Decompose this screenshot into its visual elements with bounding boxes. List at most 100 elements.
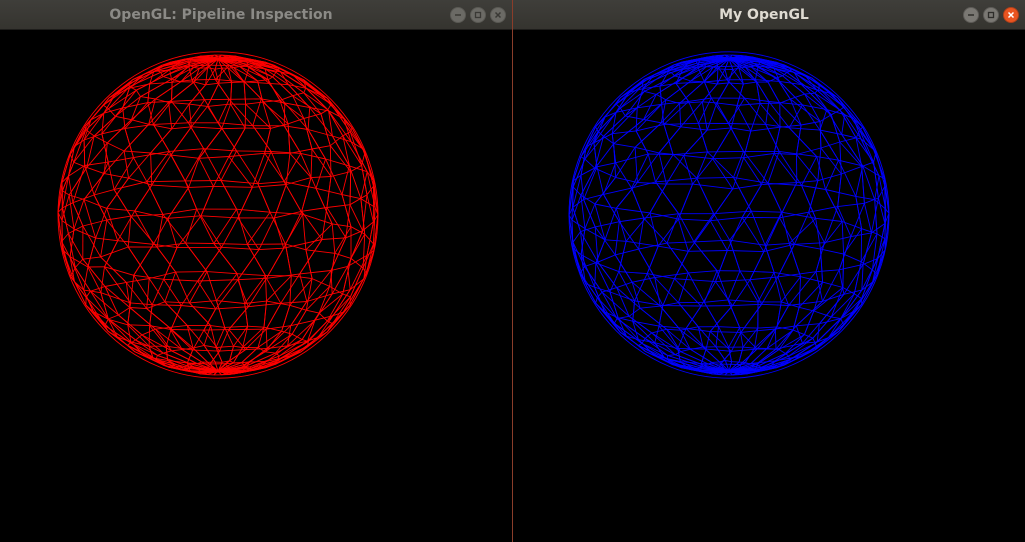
mesh-edge [674,278,716,283]
mesh-edge [789,242,821,250]
mesh-edge [715,250,728,282]
mesh-edge [156,246,177,273]
mesh-edge [788,300,823,306]
mesh-edge [168,102,173,129]
mesh-edge [206,271,238,275]
mesh-edge [188,99,205,124]
maximize-button[interactable] [470,7,486,23]
mesh-edge [265,351,276,354]
window-title: OpenGL: Pipeline Inspection [109,7,333,23]
mesh-edge [763,217,780,252]
mesh-edge [583,166,598,200]
mesh-edge [718,326,740,329]
mesh-edge [615,248,639,256]
mesh-edge [655,177,697,183]
mesh-edge [750,211,766,246]
mesh-edge [274,210,302,219]
mesh-edge [604,239,627,242]
mesh-edge [680,126,708,131]
mesh-edge [681,77,691,82]
mesh-edge [203,148,222,181]
mesh-edge [350,233,366,259]
mesh-edge [842,221,862,230]
mesh-edge [779,102,802,126]
mesh-edge [95,237,118,242]
mesh-edge [104,266,134,276]
mesh-edge [626,240,659,247]
mesh-edge [750,126,781,132]
window-titlebar[interactable]: My OpenGL [513,0,1025,30]
minimize-button[interactable] [450,7,466,23]
mesh-edge [751,210,782,213]
mesh-edge [649,183,667,214]
mesh-edge [61,182,63,208]
mesh-edge [710,216,743,222]
mesh-edge [744,97,767,125]
mesh-edge [108,314,119,320]
mesh-edge [285,214,304,245]
mesh-edge [732,157,745,190]
mesh-edge [660,103,680,124]
mesh-edge [677,272,689,303]
mesh-edge [736,105,752,132]
mesh-edge [181,305,216,310]
mesh-edge [774,328,777,350]
mesh-edge [683,129,708,156]
mesh-edge [597,261,618,288]
mesh-edge [244,81,270,84]
mesh-edge [731,127,751,132]
mesh-edge [707,151,734,178]
mesh-edge [215,279,239,310]
mesh-edge [743,81,757,85]
mesh-edge [713,213,731,241]
mesh-edge [104,173,129,179]
mesh-edge [193,66,200,69]
mesh-edge [73,228,96,239]
mesh-edge [705,331,711,350]
mesh-edge [283,239,323,249]
mesh-edge [701,101,708,131]
mesh-edge [157,352,164,356]
mesh-edge [300,152,326,160]
mesh-edge [283,181,304,215]
mesh-edge [189,300,217,304]
mesh-edge [795,325,803,344]
mesh-edge [704,299,729,303]
window-titlebar[interactable]: OpenGL: Pipeline Inspection [0,0,512,30]
mesh-edge [855,165,864,197]
opengl-viewport[interactable] [0,30,512,542]
mesh-edge [150,128,173,154]
close-button[interactable] [1003,7,1019,23]
mesh-edge [106,177,129,209]
mesh-edge [302,214,307,250]
mesh-edge [233,345,243,348]
mesh-edge [635,123,665,132]
mesh-edge [149,271,176,279]
mesh-edge [247,211,271,245]
mesh-edge [184,180,198,210]
mesh-edge [666,328,681,331]
mesh-edge [603,187,632,195]
mesh-edge [93,161,109,196]
mesh-edge [862,165,876,200]
mesh-edge [265,303,282,330]
mesh-edge [233,66,240,69]
mesh-edge [688,101,699,124]
mesh-edge [61,220,75,230]
close-button[interactable] [490,7,506,23]
mesh-edge [675,81,705,84]
mesh-edge [113,181,147,191]
mesh-edge [175,271,190,304]
mesh-edge [701,363,721,365]
mesh-edge [744,97,769,102]
mesh-edge [595,297,598,304]
mesh-edge [188,185,214,188]
minimize-button[interactable] [963,7,979,23]
mesh-edge [704,66,718,83]
maximize-button[interactable] [983,7,999,23]
mesh-edge [596,162,616,168]
mesh-edge [289,275,292,306]
mesh-edge [217,99,230,123]
opengl-viewport[interactable] [513,30,1025,542]
mesh-edge [594,203,617,209]
